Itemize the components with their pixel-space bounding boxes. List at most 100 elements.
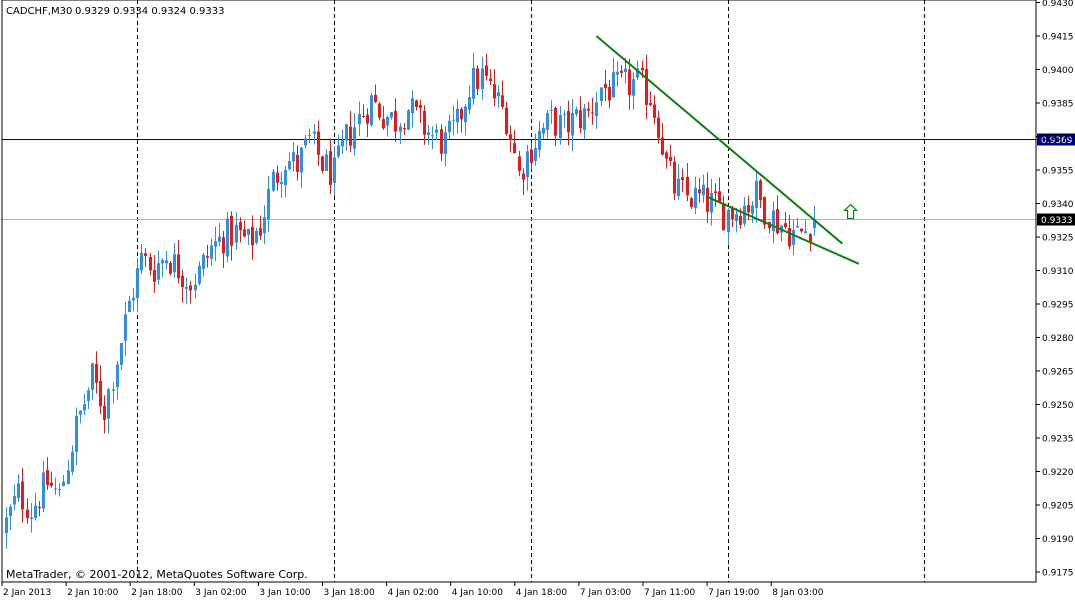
- candle-body: [226, 218, 229, 257]
- candle-body: [222, 237, 225, 254]
- candle-body: [620, 70, 623, 73]
- candle-body: [358, 113, 361, 125]
- candle-body: [587, 108, 590, 111]
- candle-body: [103, 405, 106, 421]
- candle-body: [194, 284, 197, 291]
- candle-body: [559, 114, 562, 139]
- candle-body: [792, 230, 795, 245]
- candle-body: [267, 188, 270, 220]
- candle-body: [263, 217, 266, 234]
- candle-body: [423, 110, 426, 135]
- candle-body: [181, 275, 184, 288]
- candle-body: [522, 173, 525, 180]
- candle-body: [755, 180, 758, 208]
- candle-body: [800, 228, 803, 232]
- candle-body: [677, 178, 680, 197]
- candle-body: [87, 390, 90, 402]
- candle-body: [399, 126, 402, 132]
- y-tick-label: 0.9265: [1042, 368, 1074, 378]
- candle-body: [538, 130, 541, 150]
- candle-body: [304, 138, 307, 146]
- candle-body: [378, 103, 381, 118]
- candle-body: [17, 483, 20, 499]
- x-tick-label: 4 Jan 02:00: [388, 588, 440, 598]
- candle-body: [722, 203, 725, 231]
- candle-body: [530, 149, 533, 163]
- candle-body: [280, 181, 283, 185]
- candle-body: [198, 265, 201, 284]
- y-tick-label: 0.9385: [1042, 100, 1074, 110]
- candle-body: [124, 314, 127, 341]
- y-tick-label: 0.9205: [1042, 502, 1074, 512]
- candle-body: [153, 270, 156, 282]
- candle-body: [616, 71, 619, 75]
- candle-body: [513, 143, 516, 154]
- y-tick-label: 0.9415: [1042, 33, 1074, 43]
- x-tick-label: 8 Jan 03:00: [772, 588, 824, 598]
- candle-body: [628, 69, 631, 95]
- candle-body: [681, 177, 684, 181]
- candle-body: [665, 152, 668, 159]
- chart-background: [0, 0, 1075, 599]
- candle-body: [608, 87, 611, 101]
- candle-body: [349, 126, 352, 146]
- x-tick-label: 4 Jan 10:00: [452, 588, 504, 598]
- candle-body: [259, 228, 262, 236]
- candle-body: [132, 297, 135, 301]
- candle-body: [653, 104, 656, 118]
- candlestick-chart[interactable]: 0.9369 0.9333 0.9430 0.9415 0.9400 0.9385 0.9…: [0, 0, 1075, 599]
- candle-body: [772, 210, 775, 232]
- candle-body: [366, 114, 369, 124]
- candle-body: [509, 134, 512, 141]
- candle-body: [575, 109, 578, 115]
- candle-body: [140, 252, 143, 271]
- candle-body: [435, 129, 438, 133]
- candle-body: [284, 170, 287, 185]
- y-tick-label: 0.9430: [1042, 0, 1074, 9]
- candle-body: [317, 131, 320, 155]
- candle-body: [534, 147, 537, 161]
- candle-body: [230, 215, 233, 246]
- candle-body: [632, 79, 635, 96]
- candle-body: [308, 134, 311, 136]
- candle-body: [21, 481, 24, 510]
- candle-body: [235, 224, 238, 243]
- candle-body: [673, 161, 676, 194]
- candle-body: [112, 389, 115, 391]
- candle-body: [706, 187, 709, 212]
- candle-body: [472, 67, 475, 99]
- candle-body: [690, 198, 693, 207]
- last-price-label: 0.9333: [1041, 216, 1073, 226]
- x-tick-label: 7 Jan 11:00: [644, 588, 696, 598]
- candle-body: [784, 223, 787, 228]
- y-tick-label: 0.9280: [1042, 334, 1074, 344]
- candle-body: [669, 156, 672, 162]
- y-tick-label: 0.9370: [1042, 133, 1074, 143]
- candle-body: [173, 254, 176, 273]
- candle-body: [571, 112, 574, 136]
- candle-body: [42, 472, 45, 509]
- chart-canvas[interactable]: 0.93690.9333 0.94300.94150.94000.93850.9…: [0, 0, 1075, 599]
- candle-body: [362, 115, 365, 117]
- y-tick-label: 0.9355: [1042, 167, 1074, 177]
- candle-body: [185, 287, 188, 289]
- x-tick-label: 4 Jan 18:00: [516, 588, 568, 598]
- candle-body: [288, 161, 291, 170]
- candle-body: [251, 226, 254, 246]
- candle-body: [79, 410, 82, 415]
- candle-body: [763, 197, 766, 225]
- candle-body: [411, 98, 414, 114]
- candle-body: [444, 132, 447, 154]
- candle-body: [546, 112, 549, 130]
- candle-body: [776, 209, 779, 234]
- y-tick-label: 0.9175: [1042, 569, 1074, 579]
- y-tick-label: 0.9235: [1042, 435, 1074, 445]
- candle-body: [107, 389, 110, 419]
- candle-body: [386, 116, 389, 126]
- candle-body: [595, 102, 598, 116]
- candle-body: [276, 172, 279, 183]
- candle-body: [149, 256, 152, 271]
- x-tick-label: 2 Jan 2013: [3, 588, 51, 598]
- candle-body: [796, 226, 799, 228]
- candle-body: [5, 517, 8, 534]
